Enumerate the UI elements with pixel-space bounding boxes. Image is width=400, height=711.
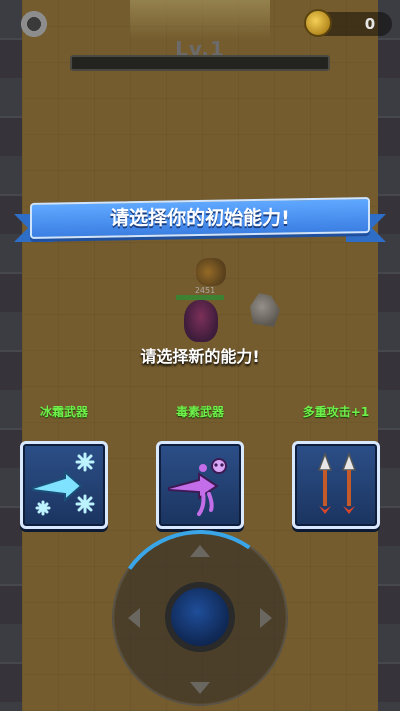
joystick-up-arrow <box>190 545 210 557</box>
choose-ability-prompt: 请选择新的能力! <box>140 347 260 366</box>
ribbon-title: 请选择你的初始能力! <box>110 207 290 229</box>
ability-card-poison[interactable] <box>156 441 244 529</box>
frost-weapon-icon <box>32 452 95 516</box>
joystick-knob[interactable] <box>165 582 235 652</box>
poison-weapon-icon <box>168 458 227 516</box>
option-label-frost: 冰霜武器 <box>39 405 88 419</box>
gear-icon[interactable] <box>16 6 52 42</box>
ability-card-multishot[interactable] <box>292 441 380 529</box>
joystick-right-arrow <box>260 608 272 628</box>
coin-count: 0 <box>364 15 376 33</box>
ability-card-frost[interactable] <box>20 441 108 529</box>
coin-icon <box>304 9 332 37</box>
joystick-left-arrow <box>128 608 140 628</box>
xp-bar <box>70 55 330 71</box>
option-label-multishot: 多重攻击+1 <box>302 405 370 419</box>
option-label-poison: 毒素武器 <box>175 405 224 419</box>
multishot-arrows-icon <box>317 451 357 514</box>
joystick-down-arrow <box>190 682 210 694</box>
